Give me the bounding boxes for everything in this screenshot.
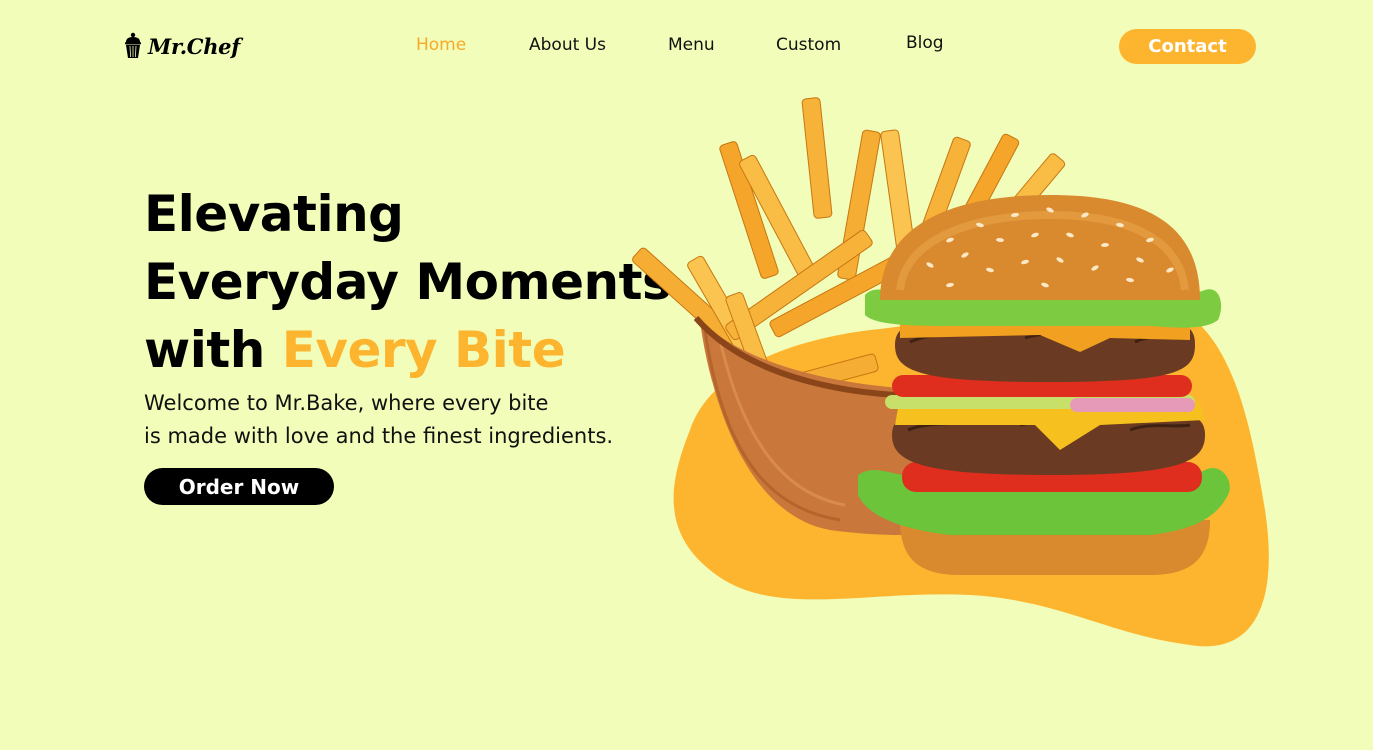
hero-title-line-3-prefix: with <box>144 321 282 379</box>
nav-item-menu[interactable]: Menu <box>668 35 715 55</box>
hero-title-accent: Every Bite <box>281 321 566 379</box>
hero-title-line-3: with Every Bite <box>144 316 671 384</box>
landing-page: Mr.Chef Home About Us Menu Custom Blog C… <box>0 0 1373 750</box>
nav-item-home[interactable]: Home <box>416 35 466 55</box>
hero-subtitle: Welcome to Mr.Bake, where every bite is … <box>144 387 613 453</box>
hero-title-line-2: Everyday Moments <box>144 253 672 311</box>
contact-button[interactable]: Contact <box>1119 29 1256 64</box>
order-now-button[interactable]: Order Now <box>144 468 334 505</box>
hero-title-line-1: Elevating <box>144 185 404 243</box>
nav-item-blog[interactable]: Blog <box>906 33 944 53</box>
hero-subtitle-line-2: is made with love and the finest ingredi… <box>144 424 614 448</box>
cupcake-icon <box>123 32 143 60</box>
brand-name: Mr.Chef <box>148 33 240 59</box>
nav-item-about-us[interactable]: About Us <box>529 35 606 55</box>
nav-item-custom[interactable]: Custom <box>776 35 841 55</box>
hero-subtitle-line-1: Welcome to Mr.Bake, where every bite <box>144 391 549 415</box>
hero-title: Elevating Everyday Moments with Every Bi… <box>144 180 672 384</box>
burger-and-fries-illustration <box>630 90 1290 660</box>
brand-logo[interactable]: Mr.Chef <box>123 32 240 60</box>
burger-icon <box>858 195 1230 575</box>
